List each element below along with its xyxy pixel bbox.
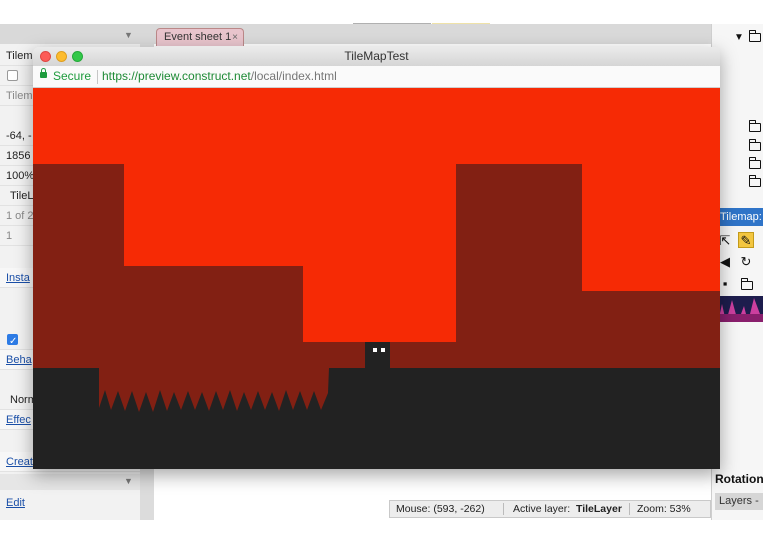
folder-icon[interactable] xyxy=(749,157,761,169)
active-layer-value: TileLayer xyxy=(576,503,622,515)
tree-expand-icon[interactable]: ▼ xyxy=(734,32,744,43)
window-titlebar[interactable]: TileMapTest xyxy=(33,47,720,66)
pencil-tool-icon[interactable]: ✎ xyxy=(738,232,754,248)
tilemap-bar: Tilemap: T xyxy=(717,208,763,226)
url-text[interactable]: https://preview.construct.net/local/inde… xyxy=(102,66,337,87)
rotate-tool-icon[interactable]: ↻ xyxy=(738,254,754,270)
folder-icon[interactable] xyxy=(749,139,761,151)
status-divider xyxy=(629,503,630,515)
editor-tabbar xyxy=(0,24,763,44)
property-checkbox[interactable] xyxy=(7,70,18,81)
status-divider xyxy=(503,503,504,515)
folder-icon[interactable] xyxy=(749,30,761,42)
zoom-level: Zoom: 53% xyxy=(637,503,691,515)
chevron-down-icon[interactable]: ▼ xyxy=(124,30,133,40)
edit-link[interactable]: Edit xyxy=(6,497,25,509)
player-sprite xyxy=(365,342,390,370)
status-bar: Mouse: (593, -262) Active layer: TileLay… xyxy=(389,500,711,518)
folder-icon[interactable] xyxy=(741,278,753,290)
layers-tab[interactable]: Layers - xyxy=(715,493,763,510)
chevron-down-icon[interactable]: ▼ xyxy=(124,476,133,486)
url-path: /local/index.html xyxy=(250,69,337,83)
tab-label: Event sheet 1 xyxy=(164,31,232,43)
game-canvas[interactable] xyxy=(33,88,720,469)
player-left-eye xyxy=(373,348,377,352)
secure-label: Secure xyxy=(53,69,92,83)
tileset-preview-graphic xyxy=(718,298,763,322)
address-divider xyxy=(97,70,98,84)
folder-icon[interactable] xyxy=(749,175,761,187)
preview-browser-window: TileMapTest Secure https://preview.const… xyxy=(33,47,720,469)
rotation-label: Rotation xyxy=(715,472,763,486)
mouse-coordinates: Mouse: (593, -262) xyxy=(396,503,485,515)
tab-close-icon[interactable]: × xyxy=(232,29,238,46)
lock-icon xyxy=(40,68,47,78)
player-right-eye xyxy=(381,348,385,352)
bottom-panel-header: ▼ xyxy=(0,474,140,490)
folder-icon[interactable] xyxy=(749,120,761,132)
active-layer-label: Active layer: xyxy=(513,503,571,515)
tab-event-sheet-1[interactable]: Event sheet 1 × xyxy=(156,28,244,46)
tilemap-scene xyxy=(33,88,720,469)
tileset-preview[interactable] xyxy=(718,296,763,322)
behavior-checkbox[interactable] xyxy=(7,332,18,352)
window-title: TileMapTest xyxy=(344,49,409,63)
url-host: https://preview.construct.net xyxy=(102,69,251,83)
editor-header xyxy=(0,0,763,24)
editor-root: Event sheet 1 × ▼ Tilem Tilem -64, - 185… xyxy=(0,0,763,541)
address-bar[interactable]: Secure https://preview.construct.net/loc… xyxy=(33,66,720,88)
